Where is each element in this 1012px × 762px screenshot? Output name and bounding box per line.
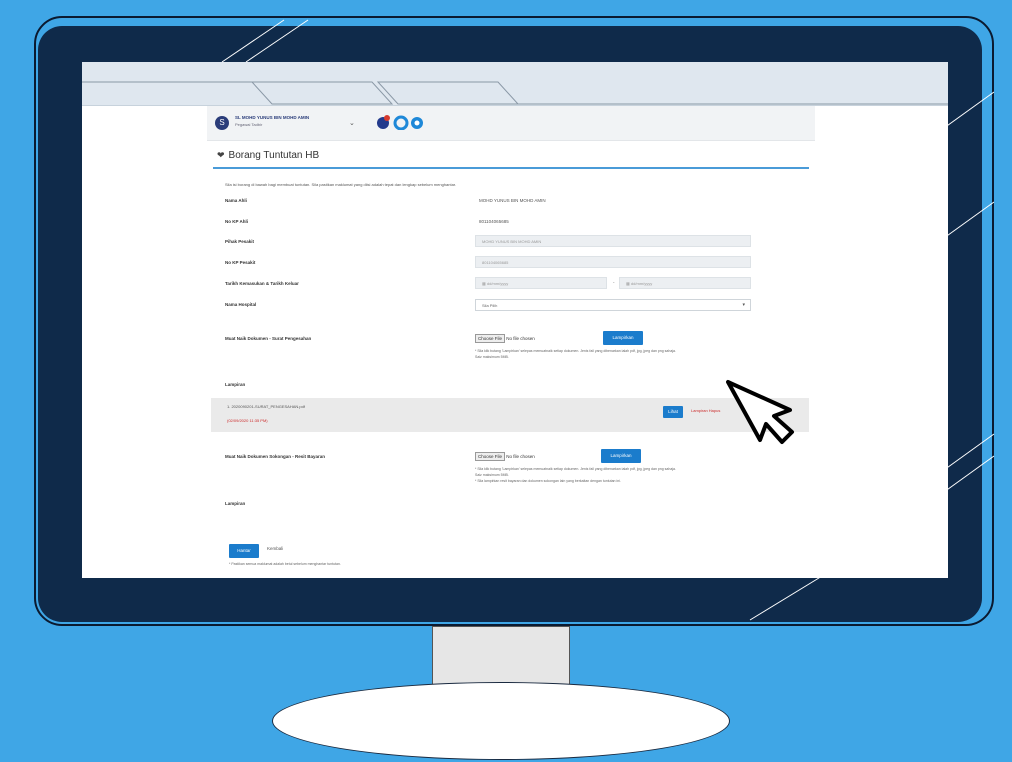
label-lampiran: Lampiran (225, 382, 246, 387)
label-no-kp-pesakit: No KP Pesakit (225, 260, 256, 265)
intro-text: Sila isi borang di bawah bagi membuat tu… (225, 182, 457, 187)
partner-logos (377, 115, 423, 130)
label-lampiran-2: Lampiran (225, 501, 246, 506)
attachment-file-name[interactable]: 1. 2020090201-SURAT_PENGESAHAN.pdf (227, 404, 305, 409)
title-divider (213, 167, 809, 169)
label-nama-ahli: Nama Ahli (225, 198, 247, 203)
date-to-placeholder: dd/mm/yyyy (630, 281, 653, 286)
app-header: S SL MOHD YUNUS BIN MOHD AMIN Pegawai Ta… (207, 106, 815, 141)
value-no-kp-ahli: 801104065685 (479, 219, 509, 224)
user-name: SL MOHD YUNUS BIN MOHD AMIN (235, 115, 310, 120)
choose-file-button[interactable]: Choose File (475, 334, 506, 343)
upload-hint-size: Saiz maksimum 5MB. (475, 473, 509, 477)
attachment-meta: (02/09/2020 11:35 PM) (227, 418, 268, 423)
browser-tabs (82, 81, 948, 105)
heart-icon: ❤ (217, 150, 225, 160)
input-pihak-pesakit[interactable]: MOHD YUNUS BIN MOHD AMIN (475, 235, 751, 247)
file-input-surat[interactable]: Choose File No file chosen (475, 334, 535, 343)
date-from-placeholder: dd/mm/yyyy (486, 281, 509, 286)
input-no-kp-pesakit[interactable]: 801104065685 (475, 256, 751, 268)
value-nama-ahli: MOHD YUNUS BIN MOHD AMIN (479, 198, 546, 203)
chevron-down-icon: ▾ (742, 302, 745, 308)
app-page: S SL MOHD YUNUS BIN MOHD AMIN Pegawai Ta… (207, 106, 815, 578)
label-upload-surat: Muat Naik Dokumen - Surat Pengesahan (225, 336, 312, 341)
submit-button[interactable]: Hantar (229, 544, 259, 558)
file-input-resit[interactable]: Choose File No file chosen (475, 452, 535, 461)
monitor-bezel: S SL MOHD YUNUS BIN MOHD AMIN Pegawai Ta… (38, 26, 982, 622)
upload-hint: * Sila klik butang 'Lampirkan' selepas m… (475, 467, 676, 471)
select-nama-hospital[interactable]: Sila Pilih ▾ (475, 299, 751, 311)
input-date-from[interactable]: ▦ dd/mm/yyyy (475, 277, 607, 289)
delete-attachment-link[interactable]: Lampiran Hapus (691, 408, 720, 413)
lampirkan-button[interactable]: Lampirkan (603, 331, 643, 345)
upload-hint: * Sila klik butang 'Lampirkan' selepas m… (475, 349, 676, 353)
browser-tab[interactable] (250, 81, 394, 105)
no-file-text: No file chosen (506, 454, 535, 459)
choose-file-button[interactable]: Choose File (475, 452, 506, 461)
label-upload-resit: Muat Naik Dokumen Sokongan - Resit Bayar… (225, 454, 326, 459)
browser-tab[interactable] (376, 81, 520, 105)
user-menu-chevron-icon[interactable]: ⌄ (349, 119, 355, 127)
upload-hint-note: * Sila lampirkan resit bayaran dan dokum… (475, 479, 621, 483)
label-no-kp-ahli: No KP Ahli (225, 219, 249, 224)
user-role: Pegawai Tadbir (235, 122, 263, 127)
view-attachment-button[interactable]: Lihat (663, 406, 683, 418)
lampirkan-button[interactable]: Lampirkan (601, 449, 641, 463)
select-value: Sila Pilih (482, 303, 498, 308)
label-nama-hospital: Nama Hospital (225, 302, 257, 307)
label-tarikh: Tarikh Kemasukan & Tarikh Keluar (225, 281, 299, 286)
browser-tab-bar (82, 62, 948, 106)
label-pihak-pesakit: Pihak Pesakit (225, 239, 255, 244)
upload-hint-size: Saiz maksimum 5MB. (475, 355, 509, 359)
back-button[interactable]: Kembali (267, 546, 283, 551)
monitor-stand-base (272, 682, 730, 760)
attachment-row: 1. 2020090201-SURAT_PENGESAHAN.pdf (02/0… (211, 398, 809, 432)
input-date-to[interactable]: ▦ dd/mm/yyyy (619, 277, 751, 289)
avatar[interactable]: S (215, 116, 229, 130)
screen: S SL MOHD YUNUS BIN MOHD AMIN Pegawai Ta… (82, 62, 948, 578)
no-file-text: No file chosen (506, 336, 535, 341)
footer-note: * Pastikan semua maklumat adalah betul s… (229, 562, 341, 566)
page-title-text: Borang Tuntutan HB (228, 150, 320, 161)
page-title: ❤ Borang Tuntutan HB (217, 150, 319, 161)
date-separator: - (613, 280, 615, 285)
